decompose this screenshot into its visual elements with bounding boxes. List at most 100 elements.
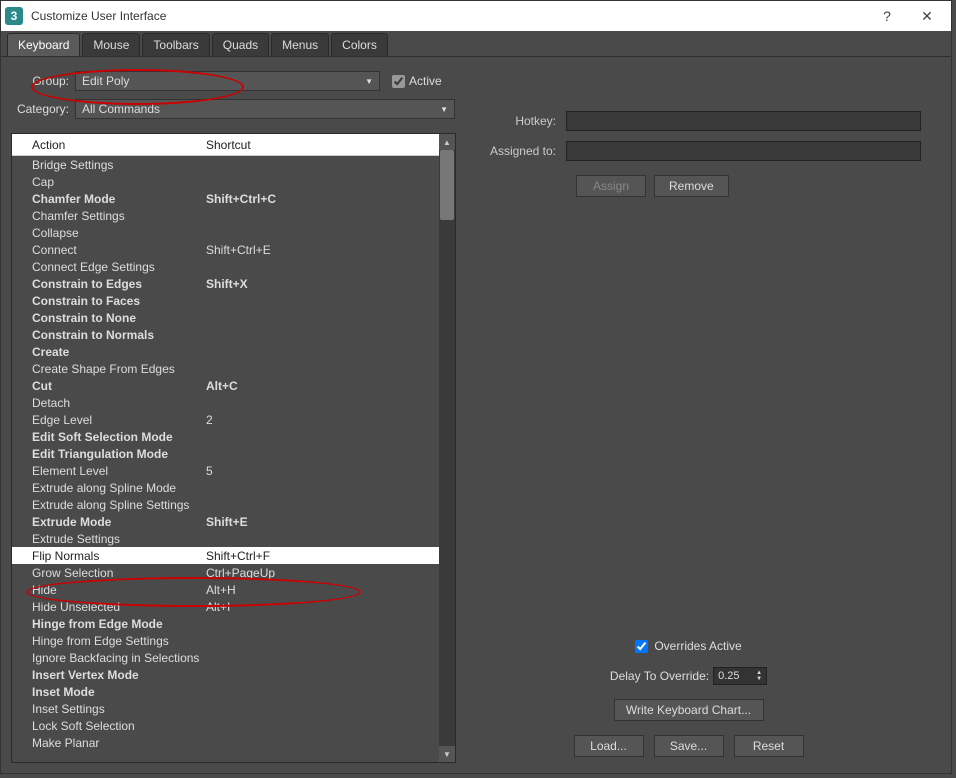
table-row[interactable]: Extrude ModeShift+E bbox=[12, 513, 439, 530]
remove-button[interactable]: Remove bbox=[654, 175, 729, 197]
hotkey-label: Hotkey: bbox=[476, 114, 566, 128]
bottom-button-row: Load... Save... Reset bbox=[574, 735, 804, 757]
scroll-down-button[interactable]: ▼ bbox=[439, 746, 455, 762]
shortcut-cell: Alt+H bbox=[202, 583, 439, 597]
shortcut-cell: Alt+I bbox=[202, 600, 439, 614]
close-button[interactable]: ✕ bbox=[907, 2, 947, 30]
table-row[interactable]: CutAlt+C bbox=[12, 377, 439, 394]
delay-spinner[interactable]: 0.25 ▲▼ bbox=[713, 667, 767, 685]
hotkey-input[interactable] bbox=[566, 111, 921, 131]
table-row[interactable]: Collapse bbox=[12, 224, 439, 241]
table-row[interactable]: Flip NormalsShift+Ctrl+F bbox=[12, 547, 439, 564]
scrollbar[interactable]: ▲ ▼ bbox=[439, 134, 455, 762]
action-cell: Lock Soft Selection bbox=[32, 719, 202, 733]
action-cell: Chamfer Mode bbox=[32, 192, 202, 206]
shortcut-cell: 2 bbox=[202, 413, 439, 427]
col-shortcut[interactable]: Shortcut bbox=[202, 138, 439, 152]
category-dropdown[interactable]: All Commands ▼ bbox=[75, 99, 455, 119]
action-cell: Hinge from Edge Mode bbox=[32, 617, 202, 631]
action-cell: Bridge Settings bbox=[32, 158, 202, 172]
assign-button[interactable]: Assign bbox=[576, 175, 646, 197]
table-row[interactable]: Chamfer Settings bbox=[12, 207, 439, 224]
tab-keyboard[interactable]: Keyboard bbox=[7, 33, 80, 56]
group-label: Group: bbox=[11, 74, 75, 88]
write-chart-button[interactable]: Write Keyboard Chart... bbox=[614, 699, 764, 721]
save-button[interactable]: Save... bbox=[654, 735, 724, 757]
table-row[interactable]: Inset Mode bbox=[12, 683, 439, 700]
table-row[interactable]: Constrain to Faces bbox=[12, 292, 439, 309]
spinner-arrows-icon[interactable]: ▲▼ bbox=[756, 670, 762, 682]
table-row[interactable]: Connect Edge Settings bbox=[12, 258, 439, 275]
tab-quads[interactable]: Quads bbox=[212, 33, 269, 56]
delay-label: Delay To Override: bbox=[610, 669, 709, 683]
shortcut-cell: Shift+E bbox=[202, 515, 439, 529]
table-row[interactable]: Chamfer ModeShift+Ctrl+C bbox=[12, 190, 439, 207]
shortcut-cell: Shift+Ctrl+F bbox=[202, 549, 439, 563]
table-row[interactable]: Grow SelectionCtrl+PageUp bbox=[12, 564, 439, 581]
table-row[interactable]: Extrude along Spline Mode bbox=[12, 479, 439, 496]
action-cell: Constrain to Faces bbox=[32, 294, 202, 308]
table-row[interactable]: Extrude along Spline Settings bbox=[12, 496, 439, 513]
action-cell: Extrude along Spline Settings bbox=[32, 498, 202, 512]
scroll-up-button[interactable]: ▲ bbox=[439, 134, 455, 150]
scroll-track[interactable] bbox=[439, 150, 455, 746]
table-row[interactable]: Detach bbox=[12, 394, 439, 411]
action-cell: Collapse bbox=[32, 226, 202, 240]
reset-button[interactable]: Reset bbox=[734, 735, 804, 757]
table-row[interactable]: Insert Vertex Mode bbox=[12, 666, 439, 683]
table-row[interactable]: Edge Level2 bbox=[12, 411, 439, 428]
table-row[interactable]: Create bbox=[12, 343, 439, 360]
active-checkbox-wrap[interactable]: Active bbox=[392, 74, 456, 88]
action-cell: Extrude Mode bbox=[32, 515, 202, 529]
action-cell: Inset Mode bbox=[32, 685, 202, 699]
overrides-label: Overrides Active bbox=[654, 639, 741, 653]
group-value: Edit Poly bbox=[82, 74, 129, 88]
table-row[interactable]: Constrain to EdgesShift+X bbox=[12, 275, 439, 292]
tab-menus[interactable]: Menus bbox=[271, 33, 329, 56]
action-cell: Hide Unselected bbox=[32, 600, 202, 614]
overrides-checkbox[interactable] bbox=[635, 640, 648, 653]
tab-colors[interactable]: Colors bbox=[331, 33, 388, 56]
active-checkbox[interactable] bbox=[392, 75, 405, 88]
col-action[interactable]: Action bbox=[12, 138, 202, 152]
table-row[interactable]: Bridge Settings bbox=[12, 156, 439, 173]
table-row[interactable]: Edit Soft Selection Mode bbox=[12, 428, 439, 445]
assigned-input bbox=[566, 141, 921, 161]
action-cell: Make Planar bbox=[32, 736, 202, 750]
table-row[interactable]: Constrain to None bbox=[12, 309, 439, 326]
group-row: Group: Edit Poly ▼ Active bbox=[11, 71, 456, 91]
window: 3 Customize User Interface ? ✕ KeyboardM… bbox=[0, 0, 952, 774]
row-list: Bridge SettingsCapChamfer ModeShift+Ctrl… bbox=[12, 156, 439, 751]
table-row[interactable]: Hinge from Edge Settings bbox=[12, 632, 439, 649]
table-row[interactable]: Cap bbox=[12, 173, 439, 190]
table-row[interactable]: Create Shape From Edges bbox=[12, 360, 439, 377]
overrides-checkbox-wrap[interactable]: Overrides Active bbox=[635, 639, 741, 653]
table-row[interactable]: HideAlt+H bbox=[12, 581, 439, 598]
table-row[interactable]: Ignore Backfacing in Selections bbox=[12, 649, 439, 666]
action-cell: Create Shape From Edges bbox=[32, 362, 202, 376]
help-button[interactable]: ? bbox=[867, 2, 907, 30]
action-cell: Ignore Backfacing in Selections bbox=[32, 651, 202, 665]
action-cell: Chamfer Settings bbox=[32, 209, 202, 223]
table-row[interactable]: Edit Triangulation Mode bbox=[12, 445, 439, 462]
window-title: Customize User Interface bbox=[31, 9, 867, 23]
table-row[interactable]: Hinge from Edge Mode bbox=[12, 615, 439, 632]
table-row[interactable]: Make Planar bbox=[12, 734, 439, 751]
assigned-row: Assigned to: bbox=[476, 141, 941, 161]
table-row[interactable]: Constrain to Normals bbox=[12, 326, 439, 343]
action-cell: Insert Vertex Mode bbox=[32, 668, 202, 682]
group-dropdown[interactable]: Edit Poly ▼ bbox=[75, 71, 380, 91]
load-button[interactable]: Load... bbox=[574, 735, 644, 757]
scroll-thumb[interactable] bbox=[440, 150, 454, 220]
table-row[interactable]: Element Level5 bbox=[12, 462, 439, 479]
tab-toolbars[interactable]: Toolbars bbox=[142, 33, 209, 56]
tab-mouse[interactable]: Mouse bbox=[82, 33, 140, 56]
table-row[interactable]: ConnectShift+Ctrl+E bbox=[12, 241, 439, 258]
table-row[interactable]: Extrude Settings bbox=[12, 530, 439, 547]
action-cell: Constrain to Normals bbox=[32, 328, 202, 342]
table-row[interactable]: Hide UnselectedAlt+I bbox=[12, 598, 439, 615]
table-scroll: Action Shortcut Bridge SettingsCapChamfe… bbox=[12, 134, 439, 762]
delay-row: Delay To Override: 0.25 ▲▼ bbox=[610, 667, 767, 685]
table-row[interactable]: Inset Settings bbox=[12, 700, 439, 717]
table-row[interactable]: Lock Soft Selection bbox=[12, 717, 439, 734]
